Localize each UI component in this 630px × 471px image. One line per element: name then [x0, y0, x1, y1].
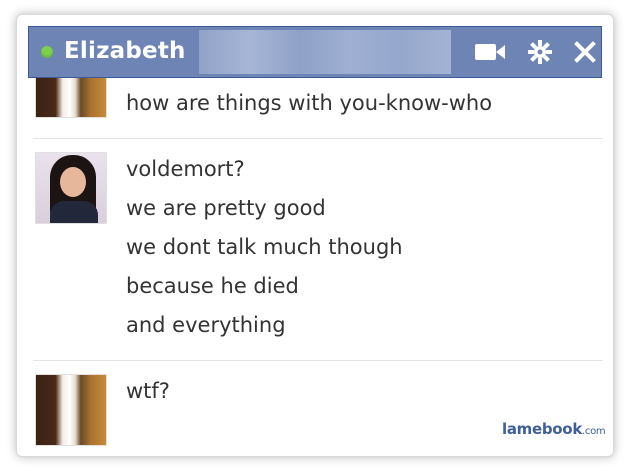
message-text: we are pretty good	[126, 196, 326, 220]
video-icon[interactable]	[473, 37, 507, 67]
close-icon[interactable]	[571, 37, 599, 67]
chat-contact-name[interactable]: Elizabeth	[64, 36, 186, 66]
divider	[33, 138, 603, 139]
watermark-brand: lamebook	[502, 420, 582, 438]
chat-window: how are things with you-know-who voldemo…	[16, 14, 614, 457]
avatar[interactable]	[35, 374, 107, 446]
gear-icon[interactable]	[525, 37, 555, 67]
message-text: we dont talk much though	[126, 235, 403, 259]
avatar[interactable]	[35, 152, 107, 224]
message-text: voldemort?	[126, 157, 245, 181]
divider	[33, 360, 603, 361]
watermark-suffix: .com	[582, 426, 606, 437]
online-status-dot	[41, 46, 53, 58]
message-text: wtf?	[126, 379, 170, 403]
chat-header[interactable]: Elizabeth	[28, 26, 602, 78]
watermark: lamebook.com	[502, 420, 606, 438]
redacted-name-blur	[199, 30, 451, 74]
message-text: how are things with you-know-who	[126, 91, 493, 115]
avatar-shirt	[50, 201, 98, 223]
avatar-face	[60, 167, 86, 197]
message-text: because he died	[126, 274, 299, 298]
message-text: and everything	[126, 313, 286, 337]
